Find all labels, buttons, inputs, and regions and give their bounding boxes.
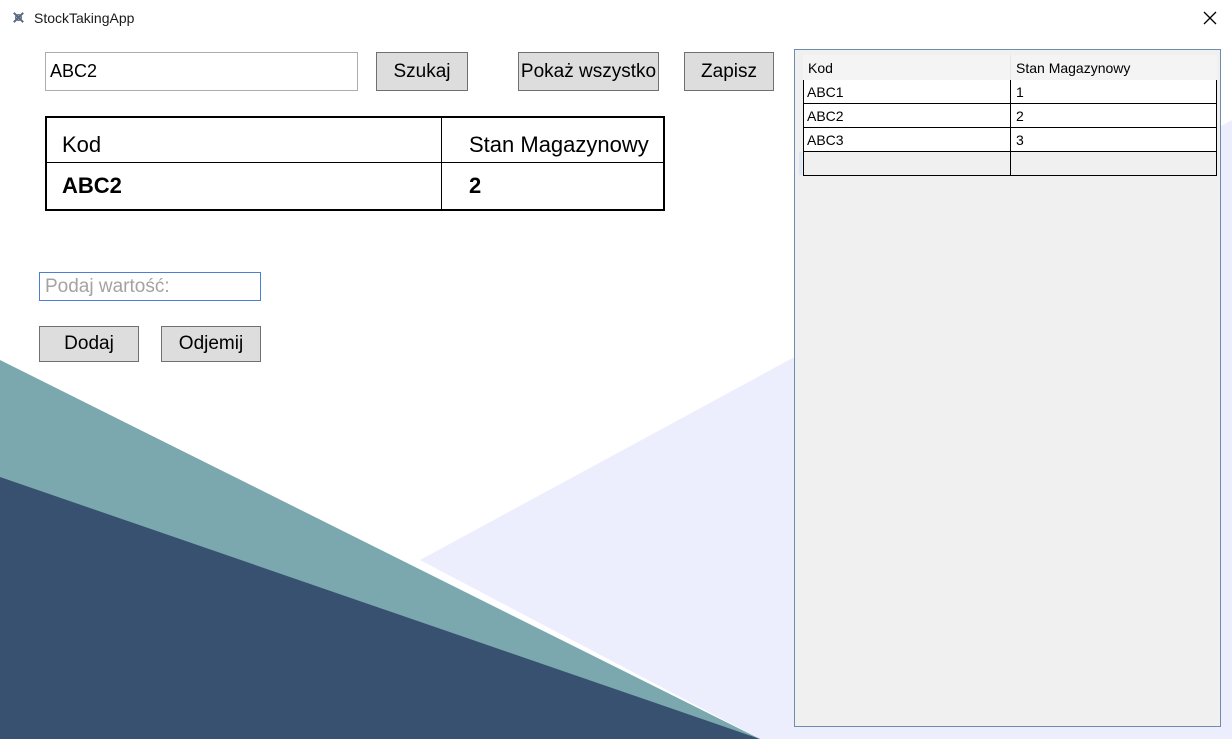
result-column-divider [441,118,442,209]
grid-left-border [803,80,804,176]
grid-header-row: Kod Stan Magazynowy [803,55,1217,81]
result-header-stock: Stan Magazynowy [469,132,649,157]
result-header-row: Kod Stan Magazynowy [47,118,663,163]
result-stock-value: 2 [469,173,482,198]
grid-cell-divider [1010,80,1011,104]
grid-row[interactable]: ABC1 1 [803,80,1217,104]
inventory-grid[interactable]: Kod Stan Magazynowy ABC1 1 ABC2 2 ABC3 3 [794,49,1221,727]
result-value-row: ABC2 2 [47,163,663,209]
grid-cell-divider [1010,128,1011,152]
add-button[interactable]: Dodaj [39,326,139,362]
grid-header-divider[interactable] [1010,55,1011,80]
grid-rows: ABC1 1 ABC2 2 ABC3 3 [803,80,1217,176]
search-input[interactable] [45,52,358,91]
window-title: StockTakingApp [34,10,135,26]
close-icon [1203,11,1217,25]
grid-cell-code[interactable]: ABC1 [807,80,844,103]
new-row-indicator [799,152,802,175]
search-result-table: Kod Stan Magazynowy ABC2 2 [45,116,665,211]
show-all-button[interactable]: Pokaż wszystko [518,52,659,91]
grid-cell-divider [1010,152,1011,176]
main-content: Szukaj Pokaż wszystko Zapisz Kod Stan Ma… [0,0,1232,739]
grid-cell-divider [1010,104,1011,128]
save-button[interactable]: Zapisz [684,52,774,91]
grid-cell-code[interactable]: ABC2 [807,104,844,127]
grid-row[interactable]: ABC3 3 [803,128,1217,152]
app-icon [13,12,24,23]
result-code-value: ABC2 [62,173,122,198]
grid-cell-code[interactable]: ABC3 [807,128,844,151]
grid-cell-stock[interactable]: 2 [1016,104,1024,127]
value-input[interactable] [39,272,261,301]
grid-right-border [1216,80,1217,176]
grid-cell-stock[interactable]: 1 [1016,80,1024,103]
grid-new-row[interactable] [803,152,1217,176]
grid-header-code[interactable]: Kod [808,55,833,80]
grid-row[interactable]: ABC2 2 [803,104,1217,128]
result-header-code: Kod [62,132,102,157]
grid-cell-stock[interactable]: 3 [1016,128,1024,151]
grid-header-stock[interactable]: Stan Magazynowy [1016,55,1130,80]
title-bar: StockTakingApp [0,0,1232,36]
app-window: StockTakingApp Szukaj Pokaż wszystko Zap… [0,0,1232,739]
close-button[interactable] [1190,2,1230,34]
subtract-button[interactable]: Odjemij [161,326,261,362]
search-button[interactable]: Szukaj [376,52,468,91]
